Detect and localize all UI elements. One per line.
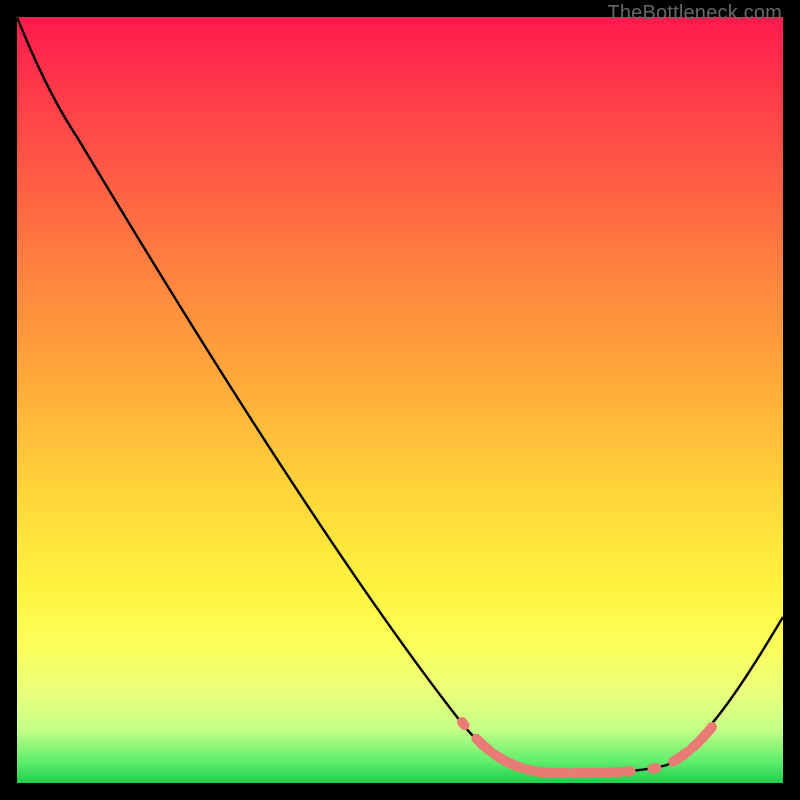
- bottleneck-curve: [17, 17, 783, 783]
- curve-highlight: [462, 722, 712, 773]
- plot-area: [17, 17, 783, 783]
- curve-line: [17, 17, 783, 773]
- chart-frame: TheBottleneck.com: [0, 0, 800, 800]
- watermark: TheBottleneck.com: [607, 2, 782, 25]
